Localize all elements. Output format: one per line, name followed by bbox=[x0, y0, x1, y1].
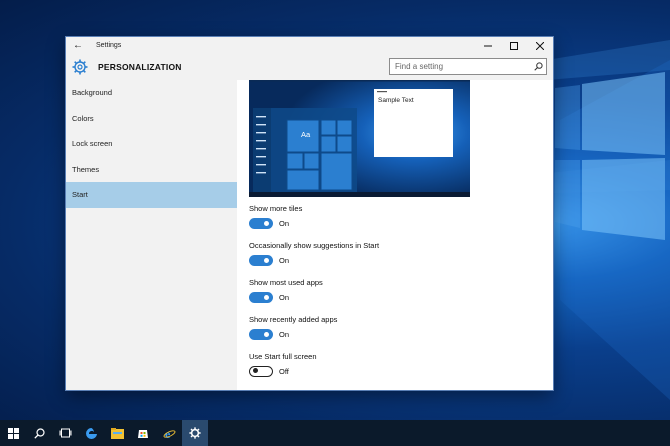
edge-icon bbox=[85, 427, 97, 439]
sample-text: Sample Text bbox=[378, 97, 414, 104]
title-bar: ← Settings bbox=[66, 37, 553, 54]
maximize-icon bbox=[510, 41, 518, 50]
toggle-state-text: Off bbox=[279, 366, 289, 376]
sidebar: Background Colors Lock screen Themes Sta… bbox=[66, 80, 237, 390]
setting-full-screen: Use Start full screen Off bbox=[249, 351, 549, 379]
toggle-knob bbox=[264, 294, 269, 300]
setting-label: Occasionally show suggestions in Start bbox=[249, 241, 380, 250]
sidebar-item-label: Lock screen bbox=[72, 139, 113, 149]
store-button[interactable] bbox=[130, 420, 156, 446]
toggle-knob bbox=[253, 368, 258, 373]
search-input[interactable] bbox=[390, 62, 530, 71]
toggle-state-text: On bbox=[279, 218, 290, 228]
sidebar-item-themes[interactable]: Themes bbox=[66, 157, 237, 183]
sidebar-item-background[interactable]: Background bbox=[66, 80, 237, 106]
task-view-button[interactable] bbox=[52, 420, 78, 446]
file-explorer-icon bbox=[110, 427, 124, 439]
settings-window: ← Settings PERSONALIZATION Find a settin… bbox=[66, 37, 553, 390]
edge-button[interactable] bbox=[78, 420, 104, 446]
search-icon bbox=[33, 427, 45, 439]
internet-explorer-button[interactable]: e bbox=[156, 420, 182, 446]
recently-added-apps-toggle[interactable] bbox=[249, 328, 273, 340]
setting-recently-added-apps: Show recently added apps On bbox=[249, 314, 549, 342]
start-button[interactable] bbox=[0, 420, 26, 446]
file-explorer-button[interactable] bbox=[104, 420, 130, 446]
toggle-knob bbox=[264, 331, 269, 337]
sidebar-item-lock-screen[interactable]: Lock screen bbox=[66, 131, 237, 157]
settings-taskbar-button[interactable] bbox=[182, 420, 208, 446]
close-button[interactable] bbox=[527, 37, 553, 54]
search-icon bbox=[533, 62, 543, 71]
setting-most-used-apps: Show most used apps On bbox=[249, 277, 549, 305]
maximize-button[interactable] bbox=[501, 37, 527, 54]
setting-label: Use Start full screen bbox=[249, 352, 317, 361]
setting-label: Show more tiles bbox=[249, 204, 303, 213]
settings-list: Show more tiles On Occasionally show sug… bbox=[249, 203, 549, 379]
task-view-icon bbox=[59, 428, 71, 438]
sidebar-item-colors[interactable]: Colors bbox=[66, 106, 237, 132]
back-button[interactable]: ← bbox=[66, 37, 90, 54]
toggle-state-text: On bbox=[279, 329, 290, 339]
minimize-button[interactable] bbox=[475, 37, 501, 54]
preview-graphic bbox=[249, 80, 470, 197]
minimize-icon bbox=[484, 45, 492, 46]
sidebar-item-label: Themes bbox=[72, 164, 100, 174]
setting-label: Show most used apps bbox=[249, 278, 323, 287]
setting-suggestions: Occasionally show suggestions in Start O… bbox=[249, 240, 549, 268]
toggle-state-text: On bbox=[279, 292, 290, 302]
setting-show-more-tiles: Show more tiles On bbox=[249, 203, 549, 231]
setting-label: Show recently added apps bbox=[249, 315, 338, 324]
windows-start-icon bbox=[7, 427, 19, 439]
settings-icon bbox=[189, 427, 201, 439]
page-header: PERSONALIZATION bbox=[66, 54, 553, 80]
sidebar-item-label: Background bbox=[72, 88, 113, 98]
content-pane: Aa Sample Text Show more tiles On Occasi… bbox=[249, 80, 549, 390]
suggestions-toggle[interactable] bbox=[249, 254, 273, 266]
toggle-state-text: On bbox=[279, 255, 290, 265]
search-button[interactable] bbox=[530, 62, 546, 71]
taskbar: e bbox=[0, 420, 670, 446]
taskbar-search-button[interactable] bbox=[26, 420, 52, 446]
store-icon bbox=[138, 430, 148, 438]
sidebar-item-start[interactable]: Start bbox=[66, 182, 237, 208]
window-title: Settings bbox=[96, 42, 122, 49]
gear-icon bbox=[72, 59, 88, 75]
start-preview: Aa Sample Text bbox=[249, 80, 470, 197]
show-more-tiles-toggle[interactable] bbox=[249, 217, 273, 229]
internet-explorer-icon: e bbox=[163, 427, 175, 440]
tile-label: Aa bbox=[301, 130, 311, 139]
close-icon bbox=[536, 41, 544, 50]
toggle-knob bbox=[264, 220, 269, 226]
full-screen-toggle[interactable] bbox=[249, 365, 273, 377]
toggle-knob bbox=[264, 257, 269, 263]
page-title: PERSONALIZATION bbox=[98, 62, 182, 72]
sidebar-item-label: Colors bbox=[72, 113, 94, 123]
sidebar-item-label: Start bbox=[72, 190, 88, 200]
search-box[interactable] bbox=[389, 58, 547, 75]
back-arrow-icon: ← bbox=[73, 40, 83, 51]
most-used-apps-toggle[interactable] bbox=[249, 291, 273, 303]
